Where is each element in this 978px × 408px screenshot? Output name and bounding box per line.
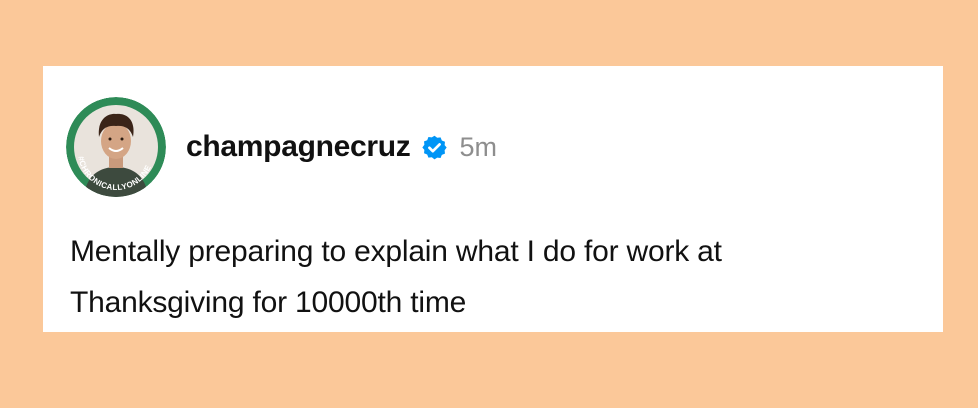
post-header: champagnecruz 5m <box>186 127 497 167</box>
post-body: Mentally preparing to explain what I do … <box>70 226 930 328</box>
username[interactable]: champagnecruz <box>186 130 411 164</box>
post-text-line: Thanksgiving for 10000th time <box>70 286 467 319</box>
avatar[interactable]: #CHRONICALLYONLINE <box>66 97 166 197</box>
post-timestamp: 5m <box>459 131 498 162</box>
post-card: #CHRONICALLYONLINE champagnecruz 5m Ment… <box>43 66 943 332</box>
post-text-line: Mentally preparing to explain what I do … <box>70 235 722 268</box>
verified-badge-icon <box>421 134 448 161</box>
avatar-image: #CHRONICALLYONLINE <box>66 97 166 197</box>
